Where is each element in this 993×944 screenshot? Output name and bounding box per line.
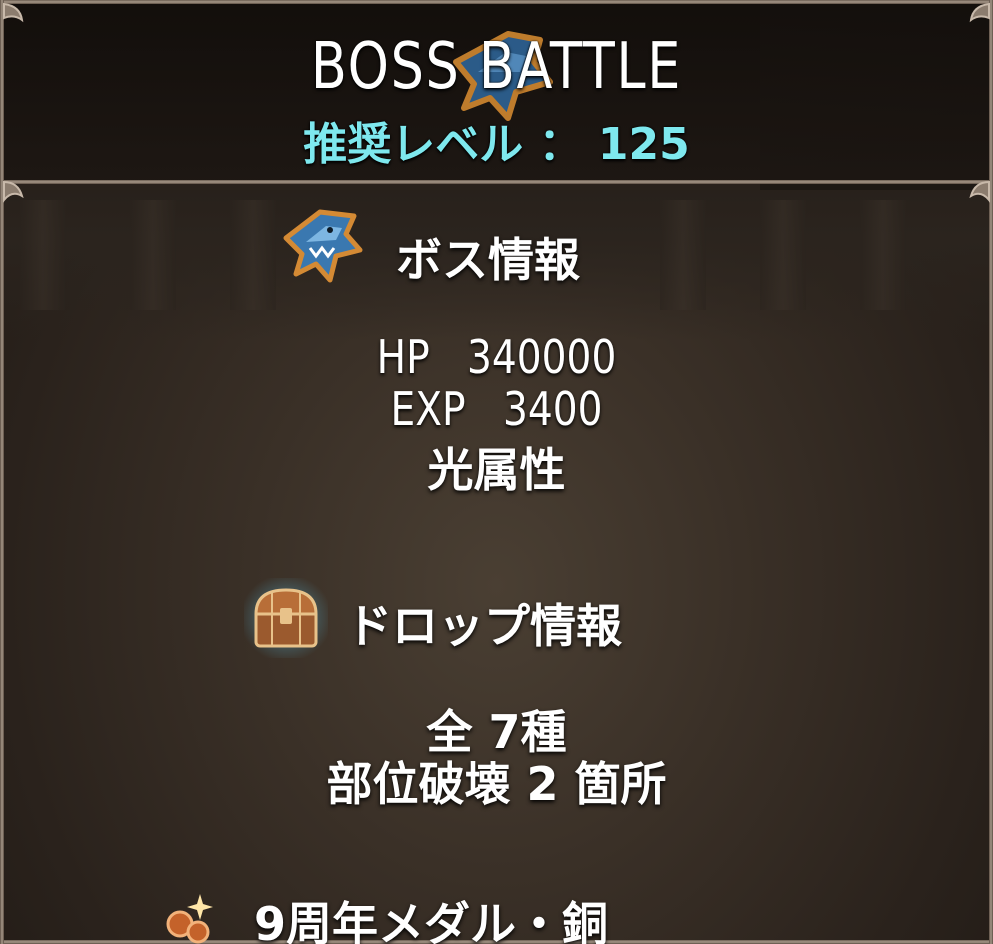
part-break-count: 部位破壊 2 箇所 bbox=[326, 757, 667, 811]
background-pillar bbox=[230, 200, 276, 310]
recommended-level: 推奨レベル ： 125 bbox=[303, 119, 690, 170]
boss-info-heading: ボス情報 bbox=[396, 233, 580, 287]
corner-ornament-icon bbox=[969, 2, 990, 23]
boss-hp: HP 340000 bbox=[74, 330, 918, 384]
boss-info-icon-wrap bbox=[280, 204, 364, 284]
drop-info-heading: ドロップ情報 bbox=[346, 599, 622, 653]
frame-divider bbox=[0, 180, 993, 184]
medal-icon bbox=[166, 894, 213, 944]
background-pillar bbox=[860, 200, 906, 310]
reward-item-label: 9周年メダル・銅 bbox=[254, 897, 609, 944]
corner-ornament-icon bbox=[969, 180, 990, 203]
boss-exp: EXP 3400 bbox=[74, 382, 918, 436]
boss-attribute: 光属性 bbox=[427, 443, 566, 497]
hp-label: HP bbox=[376, 330, 430, 384]
exp-label: EXP bbox=[390, 382, 466, 436]
frame-top bbox=[0, 0, 993, 4]
shark-head-icon bbox=[283, 209, 363, 283]
boss-battle-screen: BOSS BATTLE 推奨レベル ： 125 ボス情報 HP 340000 EX… bbox=[0, 0, 993, 944]
background-pillar bbox=[20, 200, 66, 310]
treasure-chest-icon bbox=[244, 578, 328, 658]
background-pillar bbox=[660, 200, 706, 310]
corner-ornament-icon bbox=[3, 180, 24, 203]
background-pillar bbox=[130, 200, 176, 310]
drop-info-icon-wrap bbox=[242, 576, 330, 660]
corner-ornament-icon bbox=[3, 2, 24, 23]
reward-icon-wrap bbox=[160, 888, 216, 944]
exp-value: 3400 bbox=[502, 382, 603, 436]
hp-value: 340000 bbox=[467, 330, 617, 384]
page-title: BOSS BATTLE bbox=[310, 30, 683, 104]
background-pillar bbox=[760, 200, 806, 310]
